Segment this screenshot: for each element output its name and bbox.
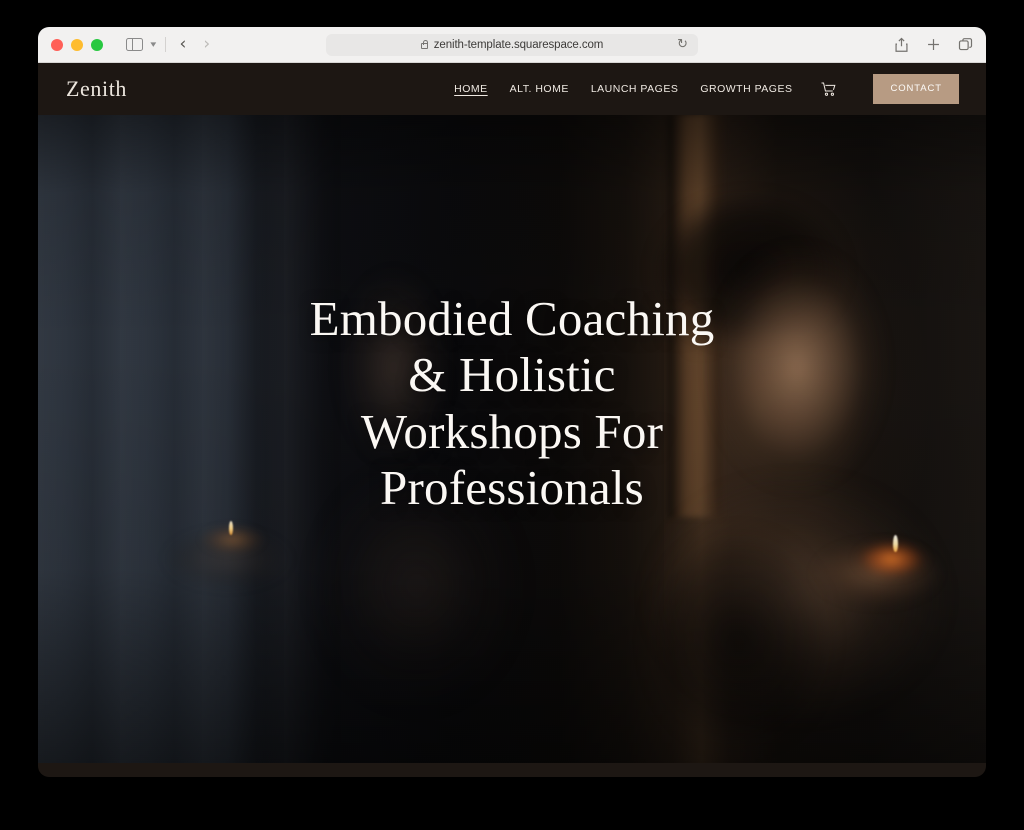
nav-item-launch-pages[interactable]: LAUNCH PAGES — [591, 83, 679, 95]
nav-item-alt-home[interactable]: ALT. HOME — [510, 83, 569, 95]
hero-heading-line-2: & Holistic — [408, 347, 616, 403]
nav-item-home[interactable]: HOME — [454, 83, 488, 95]
hero-section: Embodied Coaching & Holistic Workshops F… — [38, 115, 986, 763]
url-text: zenith-template.squarespace.com — [433, 38, 604, 51]
hero-heading-line-4: Professionals — [380, 460, 644, 516]
toolbar-divider — [164, 37, 166, 52]
main-navigation: HOME ALT. HOME LAUNCH PAGES GROWTH PAGES… — [454, 74, 959, 104]
toolbar-actions — [894, 37, 973, 53]
site-header: Zenith HOME ALT. HOME LAUNCH PAGES GROWT… — [38, 63, 986, 115]
hero-heading-line-1: Embodied Coaching — [309, 291, 715, 346]
maximize-window-button[interactable] — [91, 38, 103, 51]
back-button[interactable]: ‹ — [180, 36, 187, 53]
window-controls — [51, 38, 103, 51]
close-window-button[interactable] — [51, 38, 63, 51]
share-icon[interactable] — [894, 37, 909, 53]
plus-icon[interactable] — [926, 37, 941, 52]
contact-button[interactable]: CONTACT — [873, 74, 959, 104]
hero-heading: Embodied Coaching & Holistic Workshops F… — [38, 291, 986, 516]
page-bottom-strip — [38, 763, 986, 777]
hero-heading-line-3: Workshops For — [360, 403, 664, 459]
lock-icon — [420, 39, 428, 49]
nav-item-growth-pages[interactable]: GROWTH PAGES — [700, 83, 792, 95]
sidebar-icon[interactable] — [125, 37, 143, 52]
minimize-window-button[interactable] — [71, 38, 83, 51]
shopping-cart-icon[interactable] — [820, 81, 837, 98]
browser-toolbar: ▾ ‹ › zenith-template.squarespace.com ↻ — [38, 27, 986, 63]
browser-window: ▾ ‹ › zenith-template.squarespace.com ↻ — [38, 27, 986, 777]
hero-content: Embodied Coaching & Holistic Workshops F… — [38, 291, 986, 516]
chevron-down-icon[interactable]: ▾ — [150, 40, 156, 49]
tabs-icon[interactable] — [958, 37, 973, 52]
reload-icon[interactable]: ↻ — [677, 38, 688, 51]
address-bar[interactable]: zenith-template.squarespace.com ↻ — [326, 33, 698, 56]
forward-button[interactable]: › — [203, 36, 210, 53]
site-logo[interactable]: Zenith — [66, 76, 127, 102]
toolbar-nav-group: ▾ ‹ › — [103, 36, 210, 53]
